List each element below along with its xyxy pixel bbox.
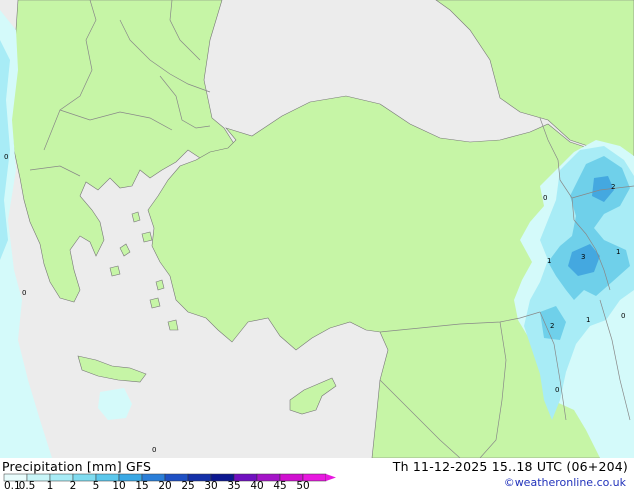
scale-tick-label: 45 [273, 480, 286, 490]
scale-tick-label: 50 [296, 480, 309, 490]
land-island-2 [141, 231, 153, 243]
scale-tick-label: 40 [250, 480, 263, 490]
legend-bar: Precipitation [mm] GFS Th 11-12-2025 15.… [0, 458, 634, 490]
scale-tick-label: 5 [93, 480, 100, 490]
scale-tick-label: 30 [204, 480, 217, 490]
land-island-5 [167, 319, 179, 331]
land-island-4 [149, 297, 161, 309]
land-island-3 [109, 265, 121, 277]
credit-link[interactable]: ©weatheronline.co.uk [504, 476, 626, 489]
scale-tick-label: 25 [181, 480, 194, 490]
point-value: 0 [555, 386, 559, 394]
color-scale: 0.10.5 1 2 5 10 15 20 25 30 35 40 45 50 [3, 473, 336, 490]
valid-time: Th 11-12-2025 15..18 UTC (06+204) [392, 459, 628, 474]
map-canvas: 0 0 0 2 1 3 1 2 1 0 0 0 [0, 0, 634, 458]
scale-tick-label: 10 [112, 480, 125, 490]
map-title: Precipitation [mm] GFS [2, 459, 152, 474]
point-value: 0 [621, 312, 625, 320]
scale-tick-label: 20 [158, 480, 171, 490]
scale-tick-label: 2 [70, 480, 77, 490]
point-value: 1 [586, 316, 590, 324]
point-value: 1 [547, 257, 551, 265]
point-value: 2 [611, 183, 615, 191]
scale-tick-label: 0.5 [19, 480, 36, 490]
point-value: 0 [22, 289, 26, 297]
scale-arrow [326, 474, 336, 481]
point-value: 0 [4, 153, 8, 161]
scale-labels: 0.10.5 1 2 5 10 15 20 25 30 35 40 45 50 [4, 480, 310, 490]
point-value: 0 [543, 194, 547, 202]
scale-tick-label: 35 [227, 480, 240, 490]
weather-map: 0 0 0 2 1 3 1 2 1 0 0 0 Precipitation [m… [0, 0, 634, 490]
scale-tick-label: 15 [135, 480, 148, 490]
point-value: 2 [550, 322, 554, 330]
point-value: 0 [152, 446, 156, 454]
point-value: 1 [616, 248, 620, 256]
scale-tick-label: 1 [47, 480, 54, 490]
point-value: 3 [581, 253, 585, 261]
